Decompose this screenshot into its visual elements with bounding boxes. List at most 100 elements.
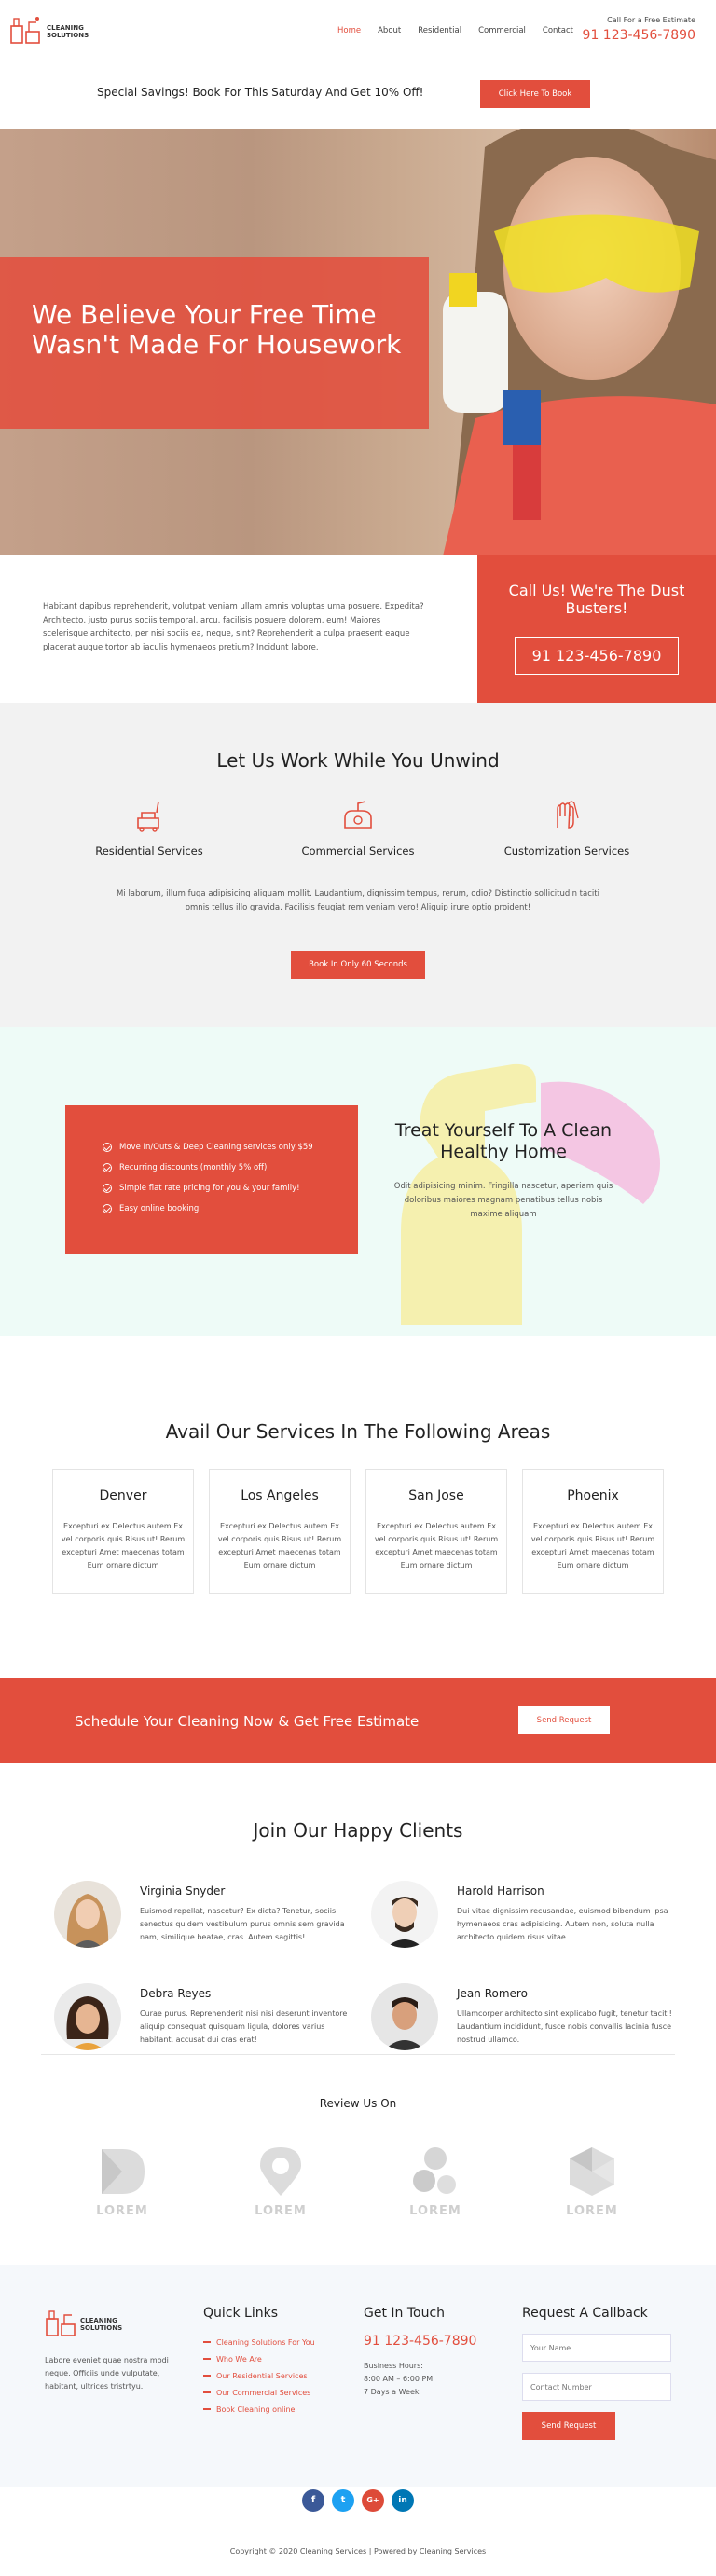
avatar xyxy=(54,1881,121,1948)
avatar xyxy=(371,1983,438,2050)
features-box: Move In/Outs & Deep Cleaning services on… xyxy=(65,1105,358,1254)
check-icon xyxy=(103,1143,112,1152)
services-description: Mi laborum, illum fuga adipisicing aliqu… xyxy=(117,889,599,912)
areas-title: Avail Our Services In The Following Area… xyxy=(165,1420,551,1443)
clients-title: Join Our Happy Clients xyxy=(253,1819,463,1842)
client-text: Curae purus. Reprehenderit nisi nisi des… xyxy=(140,2009,348,2044)
client-text: Ullamcorper architecto sint explicabo fu… xyxy=(457,2009,672,2044)
area-name: Phoenix xyxy=(567,1488,619,1503)
gloves-icon xyxy=(557,801,579,829)
twitter-icon[interactable]: t xyxy=(332,2489,354,2512)
facebook-icon[interactable]: f xyxy=(302,2489,324,2512)
area-card-san-jose: San Jose Excepturi ex Delectus autem Ex … xyxy=(365,1469,507,1594)
service-label: Customization Services xyxy=(503,844,630,857)
area-name: Los Angeles xyxy=(241,1488,319,1503)
hours-time: 8:00 AM – 6:00 PM xyxy=(364,2375,434,2383)
cleaning-logo-icon xyxy=(46,2310,76,2336)
divider xyxy=(41,2054,675,2055)
check-icon xyxy=(103,1204,112,1213)
callback-send-button[interactable]: Send Request xyxy=(522,2412,615,2440)
client-name: Jean Romero xyxy=(457,1987,528,2000)
client-card: Virginia Snyder Euismod repellat, nascet… xyxy=(54,1881,362,1974)
schedule-banner: Schedule Your Cleaning Now & Get Free Es… xyxy=(0,1678,716,1763)
nav-residential[interactable]: Residential xyxy=(418,26,461,35)
treat-description: Odit adipisicing minim. Fringilla nascet… xyxy=(393,1182,613,1219)
service-label: Commercial Services xyxy=(301,844,415,857)
linkedin-icon[interactable]: in xyxy=(392,2489,414,2512)
clients-section: Join Our Happy Clients Virginia Snyder E… xyxy=(0,1763,716,2097)
google-plus-icon[interactable]: G+ xyxy=(362,2489,384,2512)
social-links: f t G+ in xyxy=(302,2489,414,2512)
footer-logo-line2: SOLUTIONS xyxy=(80,2324,123,2332)
hours-label: Business Hours: xyxy=(364,2362,423,2370)
feature-item: Simple flat rate pricing for you & your … xyxy=(103,1178,313,1199)
main-nav: Home About Residential Commercial Contac… xyxy=(337,26,590,35)
review-section: Review Us On LOREM LOREM LOREM LOREM xyxy=(0,2097,716,2265)
footer-about: CLEANING SOLUTIONS Labore eveniet quae n… xyxy=(45,2306,185,2393)
dust-title: Call Us! We're The Dust Busters! xyxy=(508,582,685,617)
book-60-seconds-button[interactable]: Book In Only 60 Seconds xyxy=(291,951,425,979)
intro-text: Habitant dapibus reprehenderit, volutpat… xyxy=(43,602,424,652)
client-name: Debra Reyes xyxy=(140,1987,212,2000)
quick-link[interactable]: Who We Are xyxy=(203,2350,315,2367)
service-label: Residential Services xyxy=(95,844,203,857)
quick-link[interactable]: Cleaning Solutions For You xyxy=(203,2334,315,2350)
quick-links-title: Quick Links xyxy=(203,2306,279,2321)
brand-logo[interactable]: LOREM xyxy=(239,2145,323,2218)
services-section: Let Us Work While You Unwind Residential… xyxy=(0,703,716,1027)
brand-logo[interactable]: LOREM xyxy=(393,2145,477,2218)
name-input[interactable] xyxy=(522,2334,671,2362)
quick-link[interactable]: Book Cleaning online xyxy=(203,2401,315,2418)
nav-about[interactable]: About xyxy=(378,26,401,35)
client-card: Harold Harrison Dui vitae dignissim recu… xyxy=(371,1881,679,1974)
service-customization: Customization Services xyxy=(474,796,660,857)
floor-cleaner-icon xyxy=(344,801,372,829)
client-text: Dui vitae dignissim recusandae, euismod … xyxy=(457,1907,668,1941)
feature-item: Move In/Outs & Deep Cleaning services on… xyxy=(103,1137,313,1158)
brand-logo[interactable]: LOREM xyxy=(80,2145,164,2218)
brand-word: LOREM xyxy=(96,2204,148,2218)
client-card: Debra Reyes Curae purus. Reprehenderit n… xyxy=(54,1983,362,2076)
vacuum-icon xyxy=(137,801,159,832)
footer-phone[interactable]: 91 123-456-7890 xyxy=(364,2334,476,2349)
brand-d-icon xyxy=(102,2149,145,2194)
schedule-text: Schedule Your Cleaning Now & Get Free Es… xyxy=(75,1713,420,1730)
dust-phone-button[interactable]: 91 123-456-7890 xyxy=(515,637,679,675)
area-text: Excepturi ex Delectus autem Ex vel corpo… xyxy=(530,1522,655,1569)
hours-days: 7 Days a Week xyxy=(364,2388,420,2396)
services-title: Let Us Work While You Unwind xyxy=(216,749,500,772)
quick-link[interactable]: Our Residential Services xyxy=(203,2367,315,2384)
logo[interactable]: CLEANING SOLUTIONS xyxy=(9,13,93,50)
copyright: Copyright © 2020 Cleaning Services | Pow… xyxy=(229,2547,487,2555)
quick-link[interactable]: Our Commercial Services xyxy=(203,2384,315,2401)
hero-banner: We Believe Your Free Time Wasn't Made Fo… xyxy=(0,257,429,429)
site-header: CLEANING SOLUTIONS Home About Residentia… xyxy=(0,0,716,65)
get-in-touch: Get In Touch 91 123-456-7890 Business Ho… xyxy=(364,2306,476,2399)
nav-contact[interactable]: Contact xyxy=(543,26,573,35)
brand-s-icon xyxy=(413,2147,456,2194)
book-button[interactable]: Click Here To Book xyxy=(480,80,590,108)
area-name: Denver xyxy=(99,1488,147,1503)
contact-number-input[interactable] xyxy=(522,2373,671,2401)
send-request-button[interactable]: Send Request xyxy=(518,1706,610,1734)
footer-about-text: Labore eveniet quae nostra modi neque. O… xyxy=(45,2356,169,2391)
features-list: Move In/Outs & Deep Cleaning services on… xyxy=(103,1137,313,1219)
brand-word: LOREM xyxy=(566,2204,618,2218)
brand-logo[interactable]: LOREM xyxy=(550,2145,634,2218)
quick-links: Quick Links Cleaning Solutions For You W… xyxy=(203,2306,315,2418)
header-phone[interactable]: 91 123-456-7890 xyxy=(583,28,695,43)
check-icon xyxy=(103,1184,112,1193)
client-card: Jean Romero Ullamcorper architecto sint … xyxy=(371,1983,679,2076)
footer-logo[interactable]: CLEANING SOLUTIONS xyxy=(45,2306,185,2343)
promo-bar: Special Savings! Book For This Saturday … xyxy=(0,65,716,129)
brand-cube-icon xyxy=(570,2147,614,2196)
brand-word: LOREM xyxy=(409,2204,461,2218)
nav-home[interactable]: Home xyxy=(337,26,361,35)
area-text: Excepturi ex Delectus autem Ex vel corpo… xyxy=(61,1522,186,1569)
feature-item: Easy online booking xyxy=(103,1199,313,1219)
brand-pin-icon xyxy=(260,2147,301,2196)
brand-word: LOREM xyxy=(255,2204,307,2218)
cleaning-logo-icon xyxy=(10,17,40,44)
dust-busters-box: Call Us! We're The Dust Busters! 91 123-… xyxy=(477,555,716,703)
nav-commercial[interactable]: Commercial xyxy=(478,26,526,35)
